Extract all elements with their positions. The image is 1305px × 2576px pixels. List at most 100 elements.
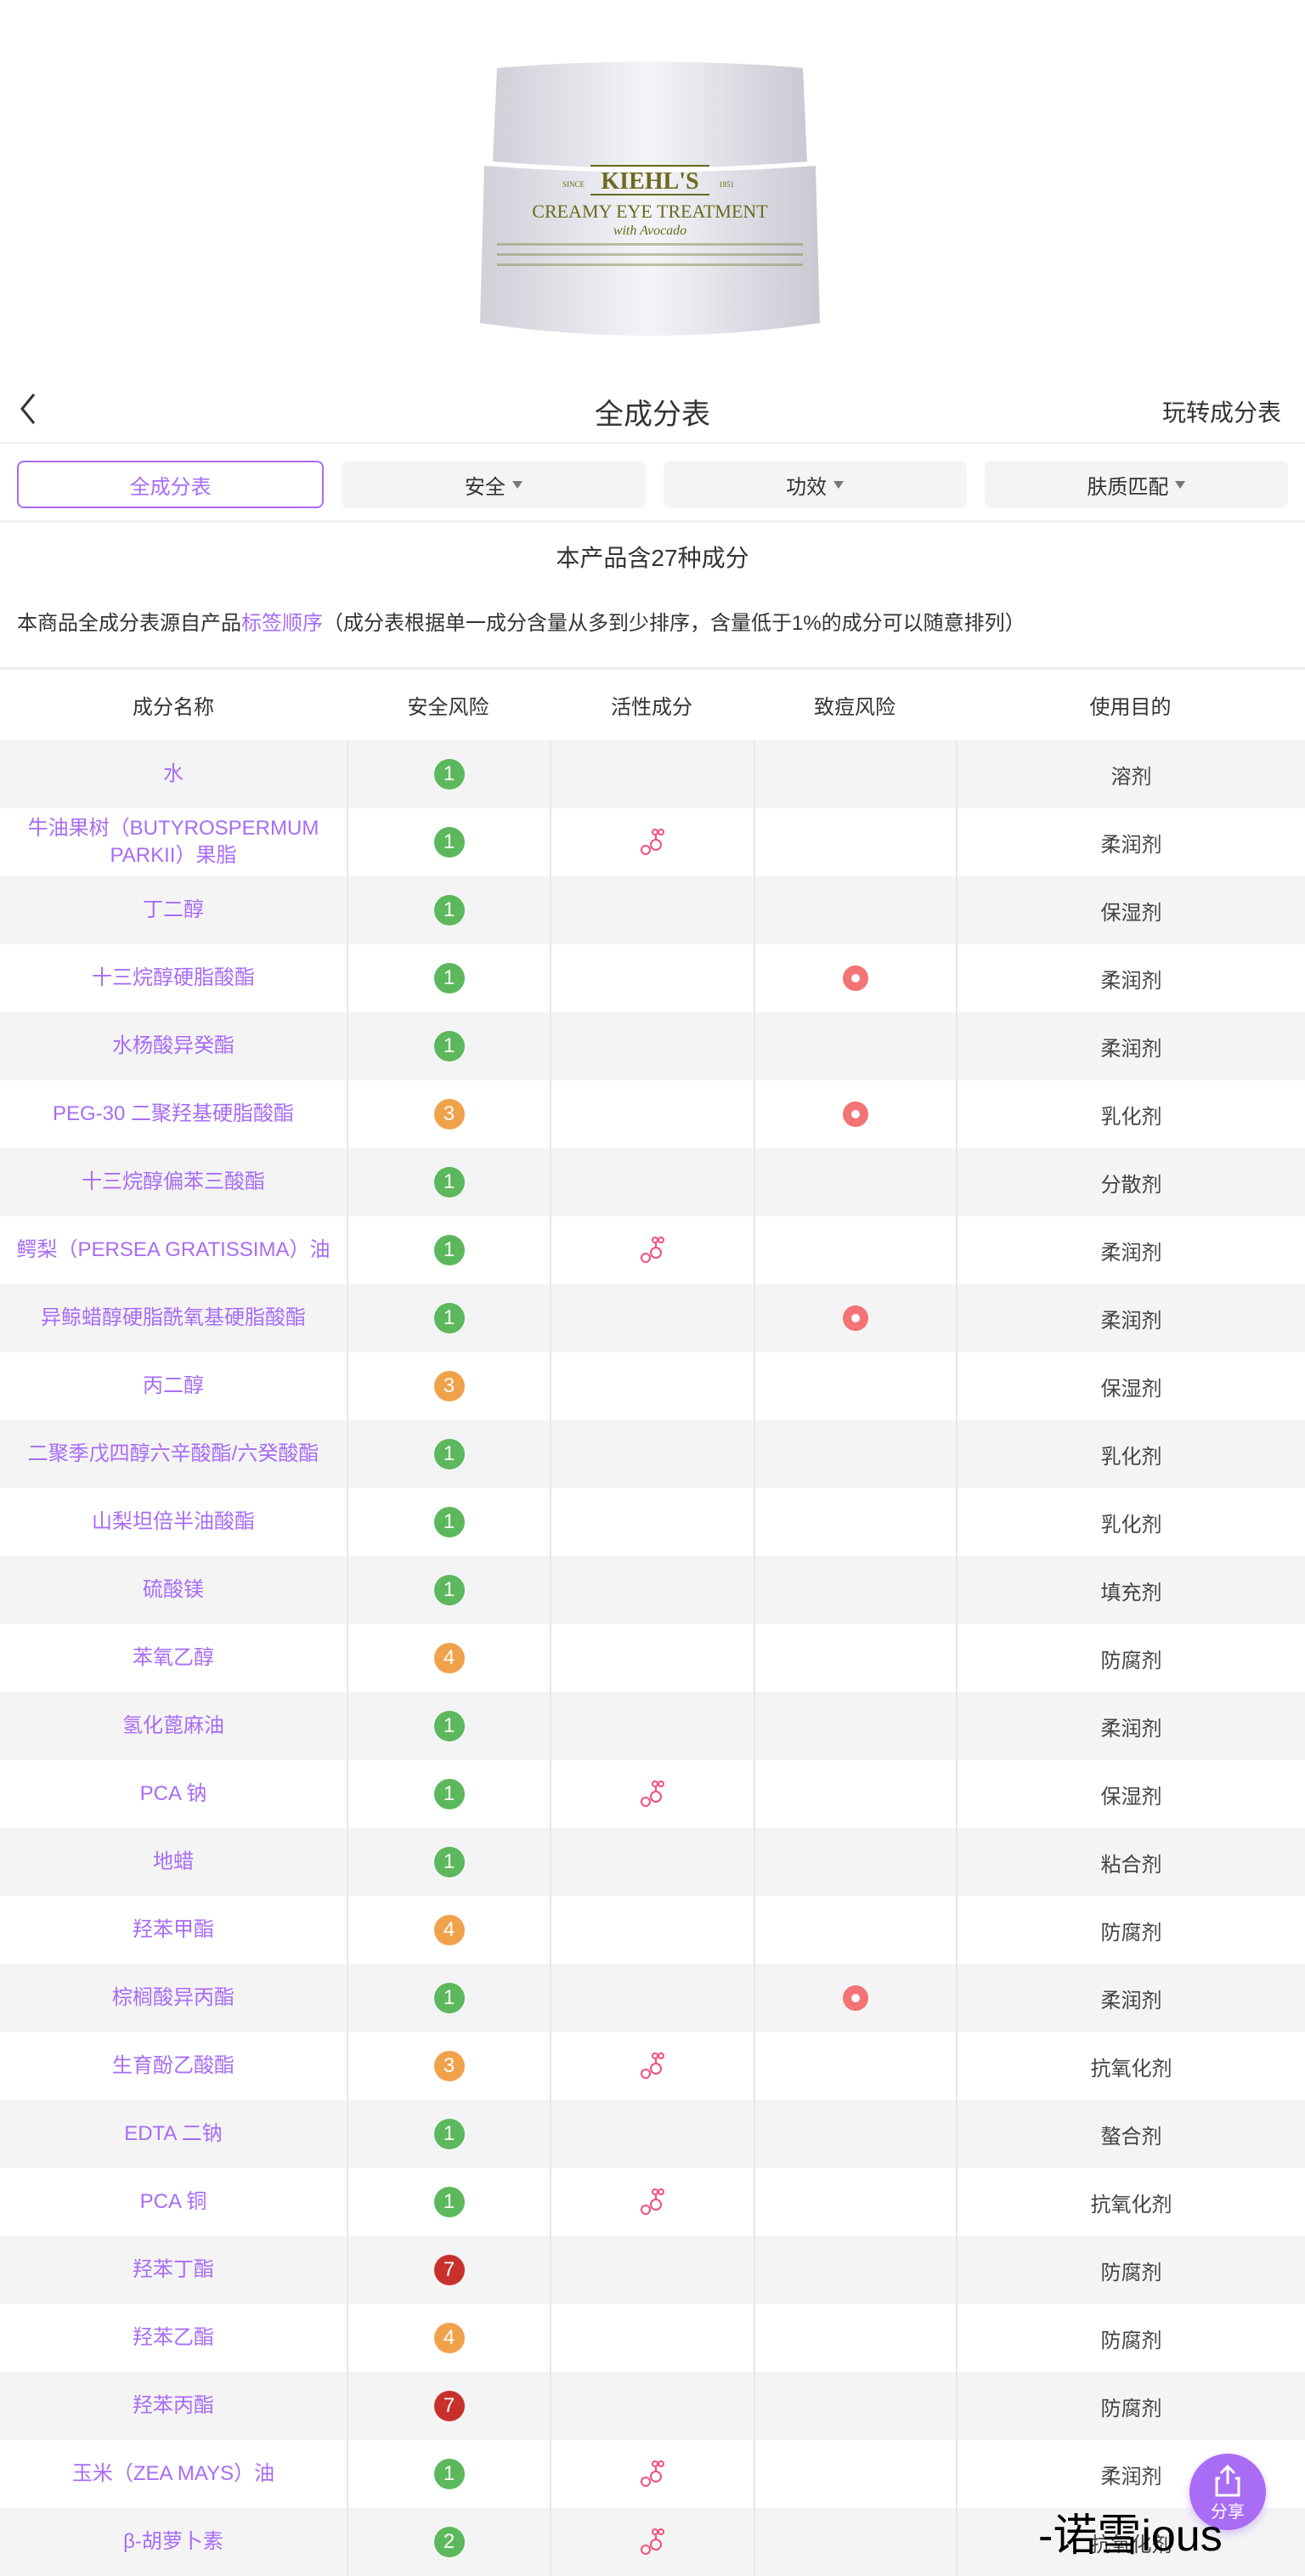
ingredient-name[interactable]: 丙二醇: [0, 1352, 347, 1420]
active-cell: [550, 1080, 754, 1148]
ingredient-name[interactable]: 苯氧乙醇: [0, 1624, 347, 1692]
active-cell: [550, 1148, 754, 1216]
active-cell: [550, 2440, 754, 2508]
ingredient-name[interactable]: PEG-30 二聚羟基硬脂酸酯: [0, 1080, 347, 1148]
table-row: 生育酚乙酸酯 3 抗氧化剂: [0, 2032, 1305, 2100]
acne-risk-icon: [843, 1101, 868, 1127]
caret-down-icon: [511, 480, 523, 489]
active-cell: [550, 944, 754, 1012]
active-cell: [550, 1692, 754, 1760]
risk-badge: 1: [433, 1983, 465, 2013]
ingredient-name[interactable]: EDTA 二钠: [0, 2100, 347, 2168]
ingredient-name[interactable]: 十三烷醇偏苯三酸酯: [0, 1148, 347, 1216]
watermark: -诺雪ious: [1038, 2511, 1223, 2561]
safety-risk-cell: 7: [347, 2236, 550, 2304]
ingredient-name[interactable]: 羟苯甲酯: [0, 1896, 347, 1964]
ingredient-guide-link[interactable]: 玩转成分表: [1162, 394, 1281, 428]
filter-safety-dropdown[interactable]: 安全: [342, 461, 646, 508]
table-row: 十三烷醇偏苯三酸酯 1 分散剂: [0, 1148, 1305, 1216]
ingredient-name[interactable]: 十三烷醇硬脂酸酯: [0, 944, 347, 1012]
risk-badge: 1: [433, 2187, 465, 2217]
label-product-name: CREAMY EYE TREATMENT: [532, 201, 768, 222]
ingredient-name[interactable]: 鳄梨（PERSEA GRATISSIMA）油: [0, 1216, 347, 1284]
ingredient-name[interactable]: 水: [0, 740, 347, 808]
ingredient-name[interactable]: 羟苯丙酯: [0, 2372, 347, 2440]
risk-badge: 1: [433, 895, 465, 926]
filter-skin-type-dropdown[interactable]: 肤质匹配: [984, 461, 1288, 508]
acne-risk-cell: [754, 2032, 956, 2100]
page-title: 全成分表: [595, 399, 710, 431]
table-row: PEG-30 二聚羟基硬脂酸酯 3 乳化剂: [0, 1080, 1305, 1148]
ingredient-name[interactable]: PCA 铜: [0, 2168, 347, 2236]
risk-badge: 1: [433, 1439, 465, 1469]
acne-risk-icon: [843, 965, 868, 991]
safety-risk-cell: 1: [347, 944, 550, 1012]
risk-badge: 4: [433, 1643, 465, 1673]
acne-risk-cell: [754, 876, 956, 944]
safety-risk-cell: 1: [347, 1420, 550, 1488]
ingredient-name[interactable]: PCA 钠: [0, 1760, 347, 1828]
table-header: 成分名称 安全风险 活性成分 致痘风险 使用目的: [0, 670, 1305, 740]
active-cell: [550, 1420, 754, 1488]
active-cell: [550, 2100, 754, 2168]
purpose-cell: 防腐剂: [956, 2304, 1305, 2372]
ingredient-name[interactable]: 棕榈酸异丙酯: [0, 1964, 347, 2032]
share-icon: [1215, 2464, 1240, 2497]
safety-risk-cell: 1: [347, 1216, 550, 1284]
ingredient-name[interactable]: 山梨坦倍半油酸酯: [0, 1488, 347, 1556]
table-row: 山梨坦倍半油酸酯 1 乳化剂: [0, 1488, 1305, 1556]
ingredient-name[interactable]: β-胡萝卜素: [0, 2508, 347, 2576]
col-header-safety: 安全风险: [407, 696, 489, 719]
ingredient-name[interactable]: 牛油果树（BUTYROSPERMUM PARKII）果脂: [0, 808, 347, 876]
ingredient-name[interactable]: 丁二醇: [0, 876, 347, 944]
ingredient-name[interactable]: 羟苯乙酯: [0, 2304, 347, 2372]
tab-all-ingredients[interactable]: 全成分表: [17, 461, 325, 508]
acne-risk-cell: [754, 1352, 956, 1420]
table-row: 苯氧乙醇 4 防腐剂: [0, 1624, 1305, 1692]
filter-tabs: 全成分表 安全 功效 肤质匹配: [0, 444, 1305, 523]
safety-risk-cell: 1: [347, 1828, 550, 1896]
table-row: 鳄梨（PERSEA GRATISSIMA）油 1 柔润剂: [0, 1216, 1305, 1284]
product-image-area: SINCE KIEHL'S 1851 CREAMY EYE TREATMENT …: [0, 0, 1305, 374]
safety-risk-cell: 1: [347, 808, 550, 876]
active-cell: [550, 2236, 754, 2304]
table-row: 异鲸蜡醇硬脂酰氧基硬脂酸酯 1 柔润剂: [0, 1284, 1305, 1352]
active-cell: [550, 2304, 754, 2372]
risk-badge: 4: [433, 1915, 465, 1945]
ingredient-name[interactable]: 异鲸蜡醇硬脂酰氧基硬脂酸酯: [0, 1284, 347, 1352]
risk-badge: 2: [433, 2527, 465, 2557]
acne-risk-cell: [754, 2168, 956, 2236]
purpose-cell: 防腐剂: [956, 2236, 1305, 2304]
safety-risk-cell: 1: [347, 1964, 550, 2032]
risk-badge: 3: [433, 1099, 465, 1129]
filter-efficacy-dropdown[interactable]: 功效: [663, 461, 967, 508]
ingredient-name[interactable]: 氢化蓖麻油: [0, 1692, 347, 1760]
table-row: 丁二醇 1 保湿剂: [0, 876, 1305, 944]
ingredient-name[interactable]: 二聚季戊四醇六辛酸酯/六癸酸酯: [0, 1420, 347, 1488]
ingredient-name[interactable]: 羟苯丁酯: [0, 2236, 347, 2304]
table-row: 氢化蓖麻油 1 柔润剂: [0, 1692, 1305, 1760]
safety-risk-cell: 1: [347, 2100, 550, 2168]
ingredient-name[interactable]: 地蜡: [0, 1828, 347, 1896]
ingredient-name[interactable]: 生育酚乙酸酯: [0, 2032, 347, 2100]
safety-risk-cell: 4: [347, 1896, 550, 1964]
label-order-link[interactable]: 标签顺序: [241, 612, 323, 635]
acne-risk-cell: [754, 1896, 956, 1964]
safety-risk-cell: 2: [347, 2508, 550, 2576]
ingredient-name[interactable]: 硫酸镁: [0, 1556, 347, 1624]
acne-risk-cell: [754, 1828, 956, 1896]
ingredient-name[interactable]: 玉米（ZEA MAYS）油: [0, 2440, 347, 2508]
active-ingredient-icon: [641, 2528, 664, 2555]
purpose-cell: 柔润剂: [956, 1012, 1305, 1080]
ingredient-count: 本产品含27种成分: [556, 545, 749, 571]
active-cell: [550, 2372, 754, 2440]
table-row: 十三烷醇硬脂酸酯 1 柔润剂: [0, 944, 1305, 1012]
risk-badge: 3: [433, 1371, 465, 1401]
ingredient-name[interactable]: 水杨酸异癸酯: [0, 1012, 347, 1080]
table-row: 水 1 溶剂: [0, 740, 1305, 808]
active-ingredient-icon: [641, 2460, 664, 2487]
col-header-acne: 致痘风险: [814, 696, 895, 719]
acne-risk-cell: [754, 1012, 956, 1080]
safety-risk-cell: 3: [347, 2032, 550, 2100]
active-cell: [550, 876, 754, 944]
